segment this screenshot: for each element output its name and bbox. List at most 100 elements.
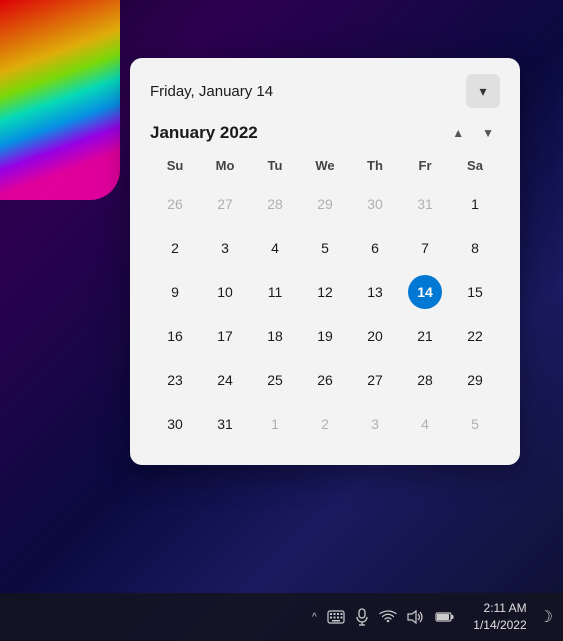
calendar-day[interactable]: 17 xyxy=(200,315,250,357)
chevron-down-icon: ▾ xyxy=(479,83,486,100)
calendar-day[interactable]: 22 xyxy=(450,315,500,357)
microphone-icon[interactable] xyxy=(355,608,369,626)
day-header-label: Tu xyxy=(250,154,300,177)
day-number-label: 24 xyxy=(208,363,242,397)
calendar-day[interactable]: 4 xyxy=(250,227,300,269)
month-prev-button[interactable]: ▲ xyxy=(446,122,470,144)
calendar-day[interactable]: 20 xyxy=(350,315,400,357)
calendar-day[interactable]: 21 xyxy=(400,315,450,357)
day-number-label: 1 xyxy=(458,187,492,221)
triangle-up-icon: ▲ xyxy=(452,126,464,140)
day-number-label: 12 xyxy=(308,275,342,309)
notification-moon-icon[interactable]: ☽ xyxy=(539,607,553,627)
day-number-label: 26 xyxy=(308,363,342,397)
day-number-label: 31 xyxy=(208,407,242,441)
day-header-label: Sa xyxy=(450,154,500,177)
date-dropdown-button[interactable]: ▾ xyxy=(466,74,500,108)
calendar-days-grid: 2627282930311234567891011121314151617181… xyxy=(150,183,500,445)
clock-time: 2:11 AM xyxy=(484,600,527,617)
calendar-day[interactable]: 30 xyxy=(150,403,200,445)
day-number-label: 18 xyxy=(258,319,292,353)
day-number-label: 28 xyxy=(408,363,442,397)
calendar-day[interactable]: 19 xyxy=(300,315,350,357)
triangle-down-icon: ▼ xyxy=(482,126,494,140)
expand-tray-icon[interactable]: ^ xyxy=(312,612,317,623)
date-header: Friday, January 14 ▾ xyxy=(150,74,500,108)
calendar-day[interactable]: 14 xyxy=(400,271,450,313)
day-number-label: 11 xyxy=(258,275,292,309)
volume-icon[interactable] xyxy=(407,609,425,625)
month-navigation: January 2022 ▲ ▼ xyxy=(150,122,500,144)
calendar-day[interactable]: 6 xyxy=(350,227,400,269)
calendar-day[interactable]: 31 xyxy=(200,403,250,445)
day-header-label: We xyxy=(300,154,350,177)
battery-icon[interactable] xyxy=(435,611,455,623)
day-number-label: 1 xyxy=(258,407,292,441)
day-number-label: 2 xyxy=(308,407,342,441)
calendar-day[interactable]: 12 xyxy=(300,271,350,313)
calendar-day[interactable]: 4 xyxy=(400,403,450,445)
day-number-label: 2 xyxy=(158,231,192,265)
day-number-label: 15 xyxy=(458,275,492,309)
calendar-day[interactable]: 16 xyxy=(150,315,200,357)
calendar-day[interactable]: 18 xyxy=(250,315,300,357)
day-number-label: 17 xyxy=(208,319,242,353)
calendar-day[interactable]: 8 xyxy=(450,227,500,269)
calendar-popup: Friday, January 14 ▾ January 2022 ▲ ▼ Su… xyxy=(130,58,520,465)
calendar-day[interactable]: 29 xyxy=(300,183,350,225)
day-number-label: 29 xyxy=(458,363,492,397)
day-number-label: 3 xyxy=(208,231,242,265)
calendar-day[interactable]: 23 xyxy=(150,359,200,401)
day-number-label: 4 xyxy=(258,231,292,265)
calendar-day[interactable]: 28 xyxy=(400,359,450,401)
day-number-label: 28 xyxy=(258,187,292,221)
day-number-label: 29 xyxy=(308,187,342,221)
selected-date-label: Friday, January 14 xyxy=(150,83,273,100)
keyboard-icon[interactable] xyxy=(327,610,345,624)
calendar-day[interactable]: 26 xyxy=(300,359,350,401)
calendar-day[interactable]: 27 xyxy=(200,183,250,225)
calendar-day[interactable]: 5 xyxy=(450,403,500,445)
clock-date: 1/14/2022 xyxy=(473,617,526,634)
calendar-day[interactable]: 2 xyxy=(150,227,200,269)
day-number-label: 9 xyxy=(158,275,192,309)
day-number-label: 5 xyxy=(458,407,492,441)
calendar-day[interactable]: 9 xyxy=(150,271,200,313)
calendar-grid: SuMoTuWeThFrSa 2627282930311234567891011… xyxy=(150,154,500,445)
day-number-label: 26 xyxy=(158,187,192,221)
day-header-label: Su xyxy=(150,154,200,177)
calendar-day[interactable]: 29 xyxy=(450,359,500,401)
calendar-day[interactable]: 24 xyxy=(200,359,250,401)
calendar-day[interactable]: 1 xyxy=(250,403,300,445)
calendar-day[interactable]: 27 xyxy=(350,359,400,401)
wifi-icon[interactable] xyxy=(379,610,397,624)
day-number-label: 6 xyxy=(358,231,392,265)
calendar-day[interactable]: 31 xyxy=(400,183,450,225)
day-number-label: 16 xyxy=(158,319,192,353)
system-clock[interactable]: 2:11 AM 1/14/2022 xyxy=(467,600,527,634)
calendar-day[interactable]: 25 xyxy=(250,359,300,401)
calendar-day[interactable]: 3 xyxy=(200,227,250,269)
month-next-button[interactable]: ▼ xyxy=(476,122,500,144)
month-year-label: January 2022 xyxy=(150,123,258,143)
day-number-label: 7 xyxy=(408,231,442,265)
calendar-day[interactable]: 30 xyxy=(350,183,400,225)
calendar-day[interactable]: 1 xyxy=(450,183,500,225)
calendar-day[interactable]: 26 xyxy=(150,183,200,225)
day-number-label: 19 xyxy=(308,319,342,353)
calendar-day[interactable]: 7 xyxy=(400,227,450,269)
calendar-day[interactable]: 28 xyxy=(250,183,300,225)
calendar-day[interactable]: 5 xyxy=(300,227,350,269)
day-number-label: 23 xyxy=(158,363,192,397)
day-number-label: 5 xyxy=(308,231,342,265)
day-number-label: 25 xyxy=(258,363,292,397)
day-number-label: 27 xyxy=(208,187,242,221)
calendar-day[interactable]: 10 xyxy=(200,271,250,313)
calendar-day[interactable]: 3 xyxy=(350,403,400,445)
day-number-label: 27 xyxy=(358,363,392,397)
calendar-day[interactable]: 2 xyxy=(300,403,350,445)
calendar-day[interactable]: 11 xyxy=(250,271,300,313)
calendar-day[interactable]: 15 xyxy=(450,271,500,313)
day-number-label: 22 xyxy=(458,319,492,353)
calendar-day[interactable]: 13 xyxy=(350,271,400,313)
